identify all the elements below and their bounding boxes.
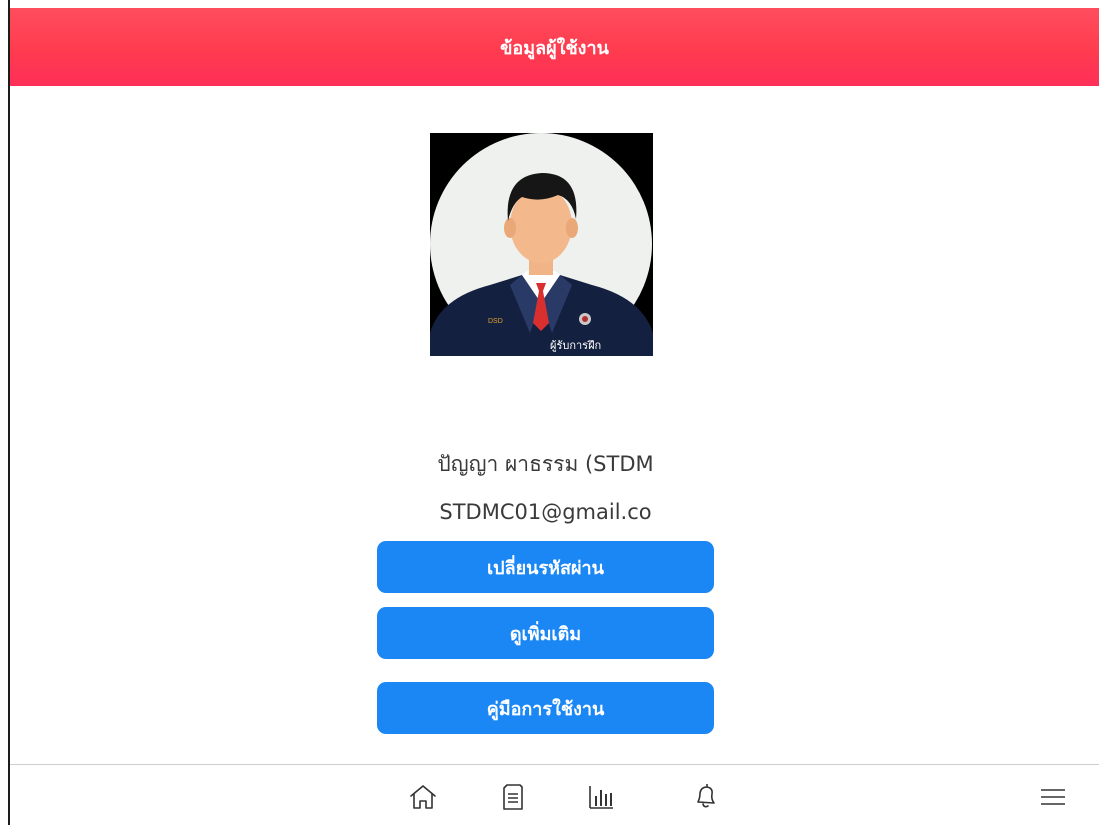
profile-screen: ข้อมูลผู้ใช้งาน DSD ผู้รับการฝึก ปัญญา ผ… (0, 0, 1099, 825)
avatar: DSD ผู้รับการฝึก (430, 133, 653, 356)
home-icon[interactable] (406, 780, 440, 814)
user-manual-label: คู่มือการใช้งาน (486, 698, 605, 720)
user-email: STDMC01@gmail.co (439, 500, 652, 524)
badge-text: DSD (488, 318, 503, 325)
view-more-button[interactable]: ดูเพิ่มเติม (377, 607, 714, 659)
bar-chart-icon[interactable] (584, 780, 618, 814)
user-name: ปัญญา ผาธรรม (STDM (437, 452, 654, 476)
window-left-edge (8, 0, 10, 825)
avatar-caption: ผู้รับการฝึก (550, 339, 601, 352)
menu-icon[interactable] (1036, 780, 1070, 814)
view-more-label: ดูเพิ่มเติม (509, 623, 582, 645)
bell-icon[interactable] (688, 780, 722, 814)
change-password-label: เปลี่ยนรหัสผ่าน (487, 557, 604, 579)
document-icon[interactable] (496, 780, 530, 814)
user-manual-button[interactable]: คู่มือการใช้งาน (377, 682, 714, 734)
bottom-nav-divider (10, 764, 1099, 765)
top-bar: ข้อมูลผู้ใช้งาน (10, 8, 1099, 86)
avatar-illustration: DSD ผู้รับการฝึก (430, 133, 653, 356)
change-password-button[interactable]: เปลี่ยนรหัสผ่าน (377, 541, 714, 593)
page-title: ข้อมูลผู้ใช้งาน (500, 37, 609, 59)
